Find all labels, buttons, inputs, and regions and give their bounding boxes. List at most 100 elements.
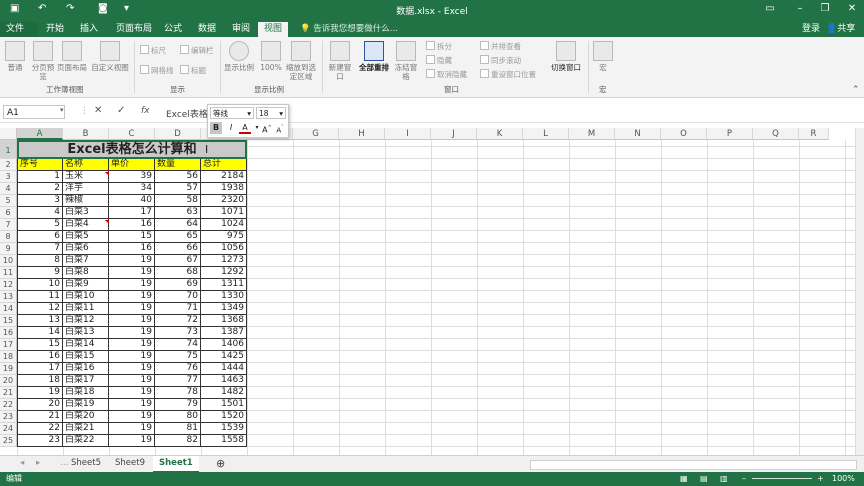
table-cell[interactable]: 79 [155,399,201,411]
page-break-preview-button[interactable]: 分页预览 [30,41,56,81]
row-header-20[interactable]: 20 [0,375,17,387]
table-cell[interactable]: 1349 [201,303,247,315]
row-header-24[interactable]: 24 [0,423,17,435]
table-cell[interactable]: 洋芋 [63,183,109,195]
table-cell[interactable]: 15 [17,339,63,351]
table-cell[interactable]: 78 [155,387,201,399]
table-cell[interactable]: 1 [17,171,63,183]
table-cell[interactable]: 20 [17,399,63,411]
sheet-tab[interactable]: Sheet5 [65,456,107,471]
page-layout-view-button[interactable]: 页面布局 [56,41,88,72]
table-cell[interactable]: 1311 [201,279,247,291]
table-cell[interactable]: 5 [17,219,63,231]
table-cell[interactable]: 1406 [201,339,247,351]
column-header-r[interactable]: R [799,128,829,140]
table-cell[interactable]: 白菜6 [63,243,109,255]
table-cell[interactable]: 77 [155,375,201,387]
row-header-19[interactable]: 19 [0,363,17,375]
normal-view-icon[interactable]: ▦ [680,472,688,486]
table-cell[interactable]: 76 [155,363,201,375]
column-header-l[interactable]: L [523,128,569,140]
row-header-17[interactable]: 17 [0,339,17,351]
column-header-m[interactable]: M [569,128,615,140]
vertical-scrollbar[interactable] [855,128,864,456]
horizontal-scrollbar[interactable] [530,460,857,470]
table-cell[interactable]: 白菜8 [63,267,109,279]
table-cell[interactable]: 1024 [201,219,247,231]
table-cell[interactable]: 975 [201,231,247,243]
table-cell[interactable]: 16 [109,243,155,255]
sign-in-link[interactable]: 登录 [802,22,820,37]
tab-home[interactable]: 开始 [40,22,70,37]
row-header-14[interactable]: 14 [0,303,17,315]
zoom-to-selection-button[interactable]: 缩放到选定区域 [286,41,316,81]
header-cell[interactable]: 单价 [109,159,155,171]
zoom-level[interactable]: 100% [832,472,855,486]
table-cell[interactable]: 65 [155,231,201,243]
table-cell[interactable]: 16 [17,351,63,363]
table-cell[interactable]: 12 [17,303,63,315]
zoom-in-icon[interactable]: + [817,472,824,486]
table-cell[interactable]: 白菜12 [63,315,109,327]
table-cell[interactable]: 1273 [201,255,247,267]
column-header-n[interactable]: N [615,128,661,140]
table-cell[interactable]: 1520 [201,411,247,423]
table-cell[interactable]: 19 [109,339,155,351]
table-cell[interactable]: 19 [109,291,155,303]
zoom-button[interactable]: 显示比例 [224,41,254,72]
comment-indicator-icon[interactable] [105,220,109,224]
table-cell[interactable]: 白菜7 [63,255,109,267]
scroll-tabs-right-icon[interactable]: ▸ [30,456,46,471]
column-header-p[interactable]: P [707,128,753,140]
row-header-8[interactable]: 8 [0,231,17,243]
table-cell[interactable]: 19 [109,315,155,327]
tell-me-search[interactable]: 💡 告诉我您想要做什么... [300,22,398,37]
shrink-font-button[interactable]: Aˇ [274,122,286,134]
table-cell[interactable]: 玉米 [63,171,109,183]
table-cell[interactable]: 3 [17,195,63,207]
zoom-out-icon[interactable]: – [742,472,746,486]
row-header-9[interactable]: 9 [0,243,17,255]
table-cell[interactable]: 1938 [201,183,247,195]
insert-function-icon[interactable]: fx [141,106,150,116]
new-window-button[interactable]: 新建窗口 [326,41,354,81]
minimize-icon[interactable]: – [790,3,810,14]
zoom-100-button[interactable]: 100% [258,41,284,72]
column-header-b[interactable]: B [63,128,109,140]
name-box-dropdown-icon[interactable]: ▾ [60,106,64,114]
table-cell[interactable]: 白菜15 [63,351,109,363]
table-cell[interactable]: 1387 [201,327,247,339]
table-cell[interactable]: 58 [155,195,201,207]
table-cell[interactable]: 19 [109,387,155,399]
tab-view[interactable]: 视图 [258,22,289,37]
table-cell[interactable]: 66 [155,243,201,255]
column-header-k[interactable]: K [477,128,523,140]
table-cell[interactable]: 13 [17,315,63,327]
freeze-panes-button[interactable]: 冻结窗格 [392,41,420,81]
table-cell[interactable]: 40 [109,195,155,207]
table-cell[interactable]: 8 [17,255,63,267]
table-cell[interactable]: 82 [155,435,201,447]
page-break-view-icon[interactable]: ▥ [720,472,728,486]
header-cell[interactable]: 数量 [155,159,201,171]
gridlines-checkbox[interactable]: 网格线 [140,65,174,76]
table-cell[interactable]: 19 [109,399,155,411]
table-cell[interactable]: 22 [17,423,63,435]
column-header-g[interactable]: G [293,128,339,140]
restore-icon[interactable]: ❐ [815,3,835,14]
split-button[interactable]: 拆分 [426,41,452,52]
name-box[interactable]: A1 [3,105,65,119]
reset-position-button[interactable]: 重设窗口位置 [480,69,536,80]
column-header-c[interactable]: C [109,128,155,140]
hide-button[interactable]: 隐藏 [426,55,452,66]
table-cell[interactable]: 70 [155,291,201,303]
table-cell[interactable]: 1330 [201,291,247,303]
table-cell[interactable]: 2184 [201,171,247,183]
table-cell[interactable]: 17 [109,207,155,219]
tab-file[interactable]: 文件 [0,22,38,37]
formula-input[interactable]: Excel表格 [166,107,208,120]
table-cell[interactable]: 1501 [201,399,247,411]
table-cell[interactable]: 57 [155,183,201,195]
macros-button[interactable]: 宏 [592,41,614,72]
formula-bar-checkbox[interactable]: 编辑栏 [180,45,214,56]
